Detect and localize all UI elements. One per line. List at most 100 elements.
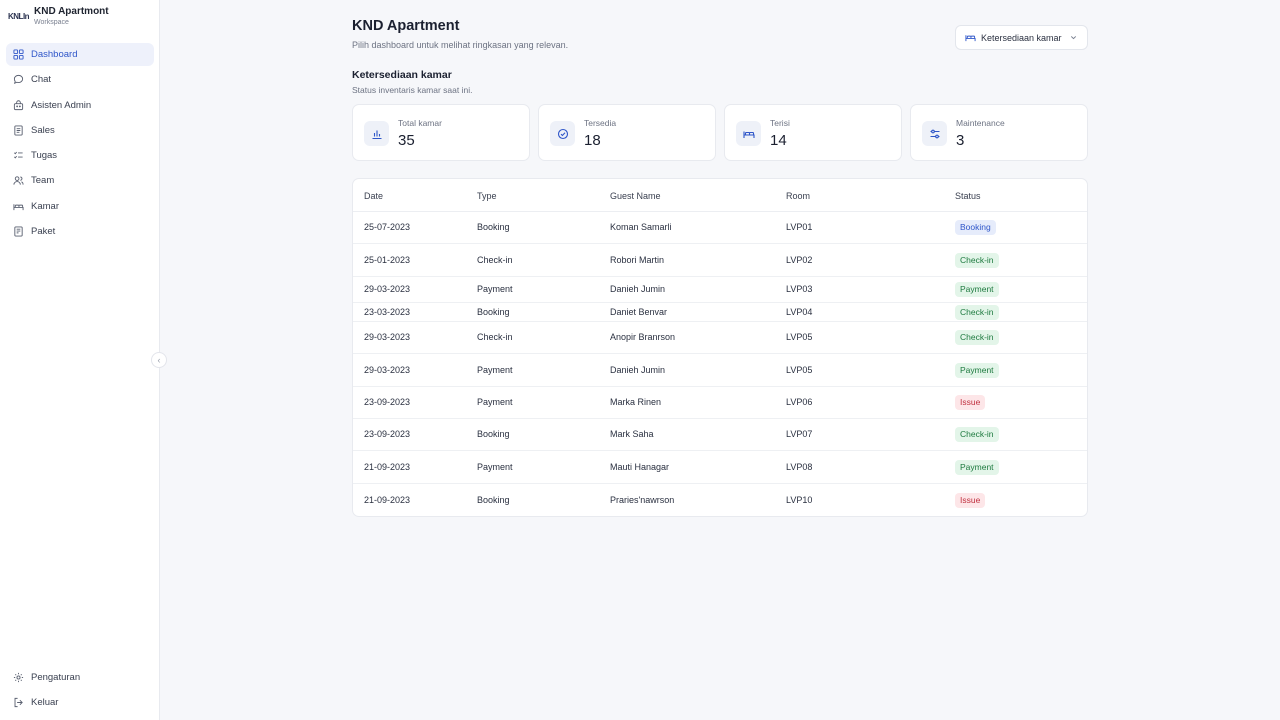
- sidebar-item-keluar[interactable]: Keluar: [6, 691, 154, 714]
- bed-icon: [965, 32, 976, 43]
- cell-guest-name: Daniet Benvar: [610, 307, 668, 317]
- stat-card-maintenance: Maintenance 3: [910, 104, 1088, 161]
- sidebar: KNLIn KND Apartmont Workspace Dashboard …: [0, 0, 160, 720]
- main-content: KND Apartment Pilih dashboard untuk meli…: [160, 0, 1280, 720]
- sidebar-item-sales[interactable]: Sales: [6, 119, 154, 142]
- dashboard-select-value: Ketersediaan kamar: [981, 32, 1062, 43]
- cell-room: LVP10: [786, 495, 813, 505]
- table-row[interactable]: 21-09-2023 Payment Mauti Hanagar LVP08 Payme…: [353, 451, 1087, 484]
- status-badge: Check-in: [955, 330, 999, 345]
- table-header: Date Type Guest Name Room Status: [353, 179, 1087, 212]
- stat-label: Total kamar: [398, 118, 442, 128]
- table-row[interactable]: 23-03-2023 Booking Daniet Benvar LVP04 Check…: [353, 303, 1087, 322]
- sidebar-item-label: Pengaturan: [31, 672, 81, 683]
- sliders-icon: [922, 121, 947, 146]
- sidebar-item-chat[interactable]: Chat: [6, 68, 154, 91]
- column-header-date[interactable]: Date: [364, 191, 383, 201]
- status-badge: Payment: [955, 363, 999, 378]
- cell-date: 25-07-2023: [364, 222, 411, 232]
- column-header-type[interactable]: Type: [477, 191, 497, 201]
- gear-icon: [13, 672, 24, 683]
- cell-date: 21-09-2023: [364, 495, 411, 505]
- cell-date: 25-01-2023: [364, 255, 411, 265]
- brand[interactable]: KNLIn KND Apartmont Workspace: [8, 6, 109, 28]
- transactions-table: Date Type Guest Name Room Status 25-07-2…: [352, 178, 1088, 517]
- stat-value: 35: [398, 132, 415, 149]
- cell-date: 23-09-2023: [364, 429, 411, 439]
- cell-guest-name: Mark Saha: [610, 429, 654, 439]
- cell-date: 23-09-2023: [364, 397, 411, 407]
- table-row[interactable]: 23-09-2023 Payment Marka Rinen LVP06 Issue: [353, 387, 1087, 419]
- status-badge: Payment: [955, 460, 999, 475]
- column-header-status[interactable]: Status: [955, 191, 981, 201]
- cell-type: Booking: [477, 307, 510, 317]
- cell-date: 29-03-2023: [364, 284, 411, 294]
- table-row[interactable]: 23-09-2023 Booking Mark Saha LVP07 Check-in: [353, 419, 1087, 451]
- table-row[interactable]: 25-07-2023 Booking Koman Samarli LVP01 Booki…: [353, 212, 1087, 244]
- cell-guest-name: Marka Rinen: [610, 397, 662, 407]
- column-header-guest-name[interactable]: Guest Name: [610, 191, 661, 201]
- sidebar-item-label: Kamar: [31, 200, 59, 212]
- cell-room: LVP05: [786, 332, 813, 342]
- stat-card-tersedia: Tersedia 18: [538, 104, 716, 161]
- users-icon: [13, 175, 24, 186]
- sidebar-item-dashboard[interactable]: Dashboard: [6, 43, 154, 66]
- table-row[interactable]: 29-03-2023 Payment Danieh Jumin LVP05 Paymen…: [353, 354, 1087, 387]
- sidebar-bottom-nav: Pengaturan Keluar: [6, 666, 154, 717]
- stat-value: 14: [770, 132, 787, 149]
- stat-label: Tersedia: [584, 118, 617, 128]
- table-row[interactable]: 29-03-2023 Payment Danieh Jumin LVP03 Paymen…: [353, 277, 1087, 303]
- cell-room: LVP04: [786, 307, 813, 317]
- sidebar-item-asisten-admin[interactable]: Asisten Admin: [6, 94, 154, 117]
- chevron-down-icon: [1069, 33, 1078, 42]
- sidebar-item-label: Paket: [31, 226, 56, 238]
- cell-guest-name: Robori Martin: [610, 255, 665, 265]
- cell-room: LVP06: [786, 397, 813, 407]
- sidebar-item-paket[interactable]: Paket: [6, 220, 154, 243]
- package-icon: [13, 226, 24, 237]
- assistant-icon: [13, 99, 24, 111]
- bed-icon: [736, 121, 761, 146]
- cell-guest-name: Mauti Hanagar: [610, 462, 670, 472]
- cell-type: Payment: [477, 365, 513, 375]
- cell-guest-name: Danieh Jumin: [610, 284, 666, 294]
- sidebar-item-label: Asisten Admin: [31, 99, 92, 111]
- dashboard-select[interactable]: Ketersediaan kamar: [955, 25, 1088, 50]
- status-badge: Issue: [955, 395, 986, 410]
- column-header-room[interactable]: Room: [786, 191, 810, 201]
- stat-value: 18: [584, 132, 601, 149]
- cell-guest-name: Anopir Branrson: [610, 332, 676, 342]
- cell-date: 29-03-2023: [364, 365, 411, 375]
- sidebar-item-team[interactable]: Team: [6, 169, 154, 192]
- status-badge: Check-in: [955, 427, 999, 442]
- bar-chart-icon: [364, 121, 389, 146]
- table-row[interactable]: 29-03-2023 Check-in Anopir Branrson LVP05 Ch…: [353, 322, 1087, 354]
- check-circle-icon: [550, 121, 575, 146]
- sidebar-item-label: Dashboard: [31, 49, 78, 60]
- status-badge: Booking: [955, 220, 996, 235]
- cell-type: Payment: [477, 284, 513, 294]
- cell-room: LVP02: [786, 255, 813, 265]
- bed-icon: [13, 201, 24, 212]
- table-row[interactable]: 25-01-2023 Check-in Robori Martin LVP02 Chec…: [353, 244, 1087, 277]
- sidebar-item-pengaturan[interactable]: Pengaturan: [6, 666, 154, 689]
- page-subtitle: Pilih dashboard untuk melihat ringkasan …: [352, 40, 569, 50]
- sidebar-collapse-button[interactable]: ‹: [151, 352, 167, 368]
- sidebar-nav: Dashboard Chat Asisten Admin Sales Tugas: [6, 43, 154, 245]
- stat-card-total-kamar: Total kamar 35: [352, 104, 530, 161]
- sidebar-item-label: Keluar: [31, 697, 59, 709]
- cell-date: 23-03-2023: [364, 307, 411, 317]
- sidebar-item-kamar[interactable]: Kamar: [6, 195, 154, 218]
- brand-name: KND Apartmont: [34, 6, 109, 17]
- cell-type: Check-in: [477, 332, 513, 342]
- cell-guest-name: Koman Samarli: [610, 222, 672, 232]
- cell-date: 29-03-2023: [364, 332, 411, 342]
- cell-date: 21-09-2023: [364, 462, 411, 472]
- cell-room: LVP08: [786, 462, 813, 472]
- page-title: KND Apartment: [352, 18, 460, 34]
- sidebar-item-tugas[interactable]: Tugas: [6, 144, 154, 167]
- cell-room: LVP05: [786, 365, 813, 375]
- cell-guest-name: Danieh Jumin: [610, 365, 666, 375]
- chevron-left-icon: ‹: [157, 355, 161, 365]
- table-row[interactable]: 21-09-2023 Booking Praries'nawrson LVP10 Iss…: [353, 484, 1087, 516]
